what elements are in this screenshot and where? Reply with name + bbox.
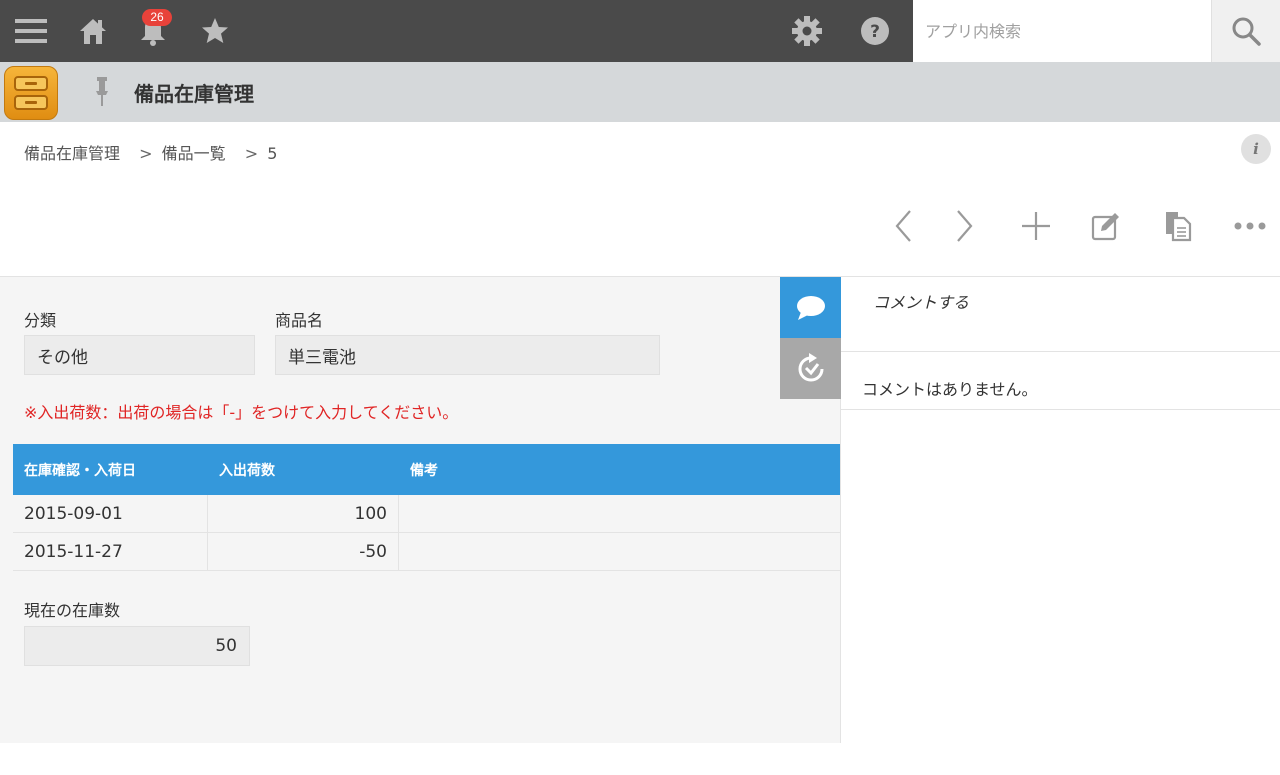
app-title[interactable]: 備品在庫管理	[134, 78, 254, 107]
speech-bubble-icon	[796, 295, 825, 320]
cell-remarks	[399, 495, 840, 532]
comment-tab[interactable]	[780, 277, 841, 338]
history-tab[interactable]	[780, 338, 841, 399]
chevron-left-icon[interactable]	[880, 202, 928, 250]
app-search-input[interactable]	[913, 0, 1211, 62]
current-stock-label: 現在の在庫数	[24, 601, 121, 620]
app-drawer-icon[interactable]	[4, 66, 58, 120]
table-header: 在庫確認・入荷日 入出荷数 備考	[13, 444, 840, 495]
help-icon[interactable]: ?	[848, 0, 902, 62]
category-label: 分類	[24, 311, 57, 330]
header-remarks: 備考	[410, 462, 438, 479]
divider	[841, 351, 1280, 352]
chevron-right-icon[interactable]	[940, 202, 988, 250]
breadcrumb-list-link[interactable]: 備品一覧	[162, 144, 226, 163]
pin-icon[interactable]	[94, 76, 110, 112]
product-name-value: 単三電池	[275, 335, 660, 375]
svg-text:?: ?	[870, 22, 880, 42]
copy-icon[interactable]	[1154, 202, 1202, 250]
input-notice: ※入出荷数：出荷の場合は「-」をつけて入力してください。	[24, 403, 459, 422]
info-icon[interactable]: i	[1241, 134, 1271, 164]
notification-badge: 26	[142, 9, 172, 26]
cell-quantity: -50	[208, 533, 399, 570]
product-name-label: 商品名	[275, 311, 324, 330]
edit-icon[interactable]	[1082, 202, 1130, 250]
plus-icon[interactable]	[1012, 202, 1060, 250]
search-button[interactable]	[1211, 0, 1280, 62]
add-comment-button[interactable]: コメントする	[873, 289, 969, 313]
cell-date: 2015-11-27	[13, 533, 208, 570]
menu-icon[interactable]	[0, 0, 62, 62]
header-quantity: 入出荷数	[219, 462, 275, 479]
search-icon	[1232, 17, 1261, 46]
header-date: 在庫確認・入荷日	[24, 462, 136, 479]
global-header: 26 ?	[0, 0, 1280, 62]
history-icon	[798, 352, 823, 381]
more-icon[interactable]	[1226, 202, 1274, 250]
breadcrumb: 備品在庫管理 > 備品一覧 > 5	[24, 140, 281, 164]
breadcrumb-separator: >	[139, 144, 153, 163]
table-row: 2015-09-01 100	[13, 495, 840, 533]
settings-gear-icon[interactable]	[780, 0, 834, 62]
breadcrumb-app-link[interactable]: 備品在庫管理	[24, 144, 120, 163]
current-stock-value: 50	[24, 626, 250, 666]
no-comments-text: コメントはありません。	[862, 380, 1038, 399]
favorites-star-icon[interactable]	[188, 0, 242, 62]
breadcrumb-separator: >	[244, 144, 259, 163]
cell-remarks	[399, 533, 840, 570]
home-icon[interactable]	[66, 0, 120, 62]
divider	[841, 409, 1280, 410]
stock-history-table: 在庫確認・入荷日 入出荷数 備考 2015-09-01 100 2015-11-…	[13, 444, 840, 571]
cell-quantity: 100	[208, 495, 399, 532]
breadcrumb-record-id: 5	[267, 144, 278, 163]
cell-date: 2015-09-01	[13, 495, 208, 532]
category-value: その他	[24, 335, 255, 375]
table-row: 2015-11-27 -50	[13, 533, 840, 571]
